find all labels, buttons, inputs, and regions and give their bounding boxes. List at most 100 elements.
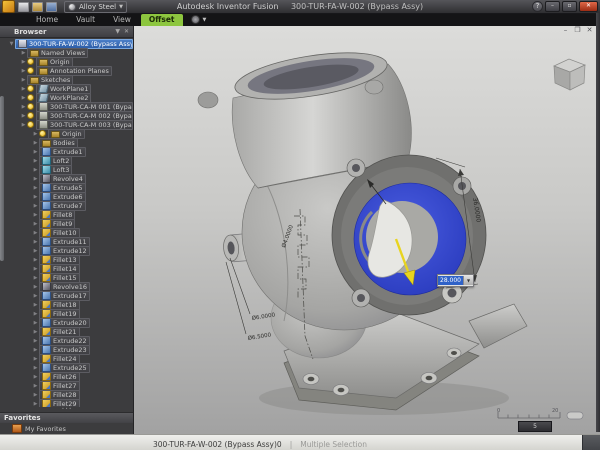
expand-icon[interactable]: ▼ bbox=[8, 41, 15, 47]
expand-icon[interactable]: ▶ bbox=[20, 122, 27, 128]
expand-icon[interactable]: ▶ bbox=[32, 248, 39, 254]
expand-icon[interactable]: ▶ bbox=[32, 284, 39, 290]
expand-icon[interactable]: ▶ bbox=[20, 86, 27, 92]
scale-pill-button[interactable] bbox=[566, 411, 584, 420]
expand-icon[interactable]: ▶ bbox=[32, 203, 39, 209]
resize-grip[interactable] bbox=[582, 435, 600, 450]
tree-item-fillet27[interactable]: ▶ Fillet27 bbox=[0, 380, 133, 391]
tree-item-extrude22[interactable]: ▶ Extrude22 bbox=[0, 335, 133, 346]
expand-icon[interactable]: ▶ bbox=[32, 158, 39, 164]
tree-item-annotation-planes[interactable]: ▶ Annotation Planes bbox=[0, 65, 133, 76]
tree-item-extrude1[interactable]: ▶ Extrude1 bbox=[0, 146, 133, 157]
dimension-edit-box[interactable]: 28.000 ▼ bbox=[437, 274, 474, 287]
new-file-icon[interactable] bbox=[18, 1, 29, 12]
tree-item-fillet9[interactable]: ▶ Fillet9 bbox=[0, 218, 133, 229]
tree-item-300-tur-ca-m-001-bypass-point-mech1-[interactable]: ▶ 300-TUR-CA-M 001 (Bypass Point Mech1) bbox=[0, 101, 133, 112]
tree-item-fillet18[interactable]: ▶ Fillet18 bbox=[0, 299, 133, 310]
filter-icon[interactable]: ▼ bbox=[115, 28, 120, 35]
tree-item-extrude5[interactable]: ▶ Extrude5 bbox=[0, 182, 133, 193]
expand-icon[interactable]: ▶ bbox=[32, 275, 39, 281]
tree-item-extrude7[interactable]: ▶ Extrude7 bbox=[0, 200, 133, 211]
dimension-edit-value[interactable]: 28.000 bbox=[438, 276, 463, 285]
visibility-bulb-icon[interactable] bbox=[27, 121, 34, 128]
expand-icon[interactable]: ▶ bbox=[20, 50, 27, 56]
bolt-lug-left[interactable] bbox=[197, 91, 219, 109]
maximize-button[interactable]: ▫ bbox=[562, 1, 577, 12]
tree-item-revolve4[interactable]: ▶ Revolve4 bbox=[0, 173, 133, 184]
doc-restore-icon[interactable]: ❐ bbox=[573, 27, 582, 34]
tab-home[interactable]: Home bbox=[28, 14, 66, 26]
expand-icon[interactable]: ▶ bbox=[20, 113, 27, 119]
model-viewport[interactable]: 36.0000 Ø6.0000 Ø6.5000 Ø4.0000 – ❐ ✕ 28… bbox=[134, 26, 600, 434]
expand-icon[interactable]: ▶ bbox=[20, 104, 27, 110]
expand-icon[interactable]: ▶ bbox=[32, 338, 39, 344]
expand-icon[interactable]: ▶ bbox=[32, 347, 39, 353]
expand-icon[interactable]: ▶ bbox=[20, 59, 27, 65]
bolt-lug-right[interactable] bbox=[364, 79, 384, 95]
expand-icon[interactable]: ▶ bbox=[32, 374, 39, 380]
open-file-icon[interactable] bbox=[32, 1, 43, 12]
expand-icon[interactable]: ▶ bbox=[32, 293, 39, 299]
expand-icon[interactable]: ▶ bbox=[32, 311, 39, 317]
expand-icon[interactable]: ▶ bbox=[32, 320, 39, 326]
expand-icon[interactable]: ▶ bbox=[20, 68, 27, 74]
panel-close-icon[interactable]: ✕ bbox=[124, 28, 129, 35]
tree-item-origin[interactable]: ▶ Origin bbox=[0, 128, 133, 139]
tree-item-fillet15[interactable]: ▶ Fillet15 bbox=[0, 272, 133, 283]
tree-item-extrude12[interactable]: ▶ Extrude12 bbox=[0, 245, 133, 256]
tab-vault[interactable]: Vault bbox=[68, 14, 103, 26]
expand-icon[interactable]: ▶ bbox=[32, 176, 39, 182]
expand-icon[interactable]: ▶ bbox=[32, 194, 39, 200]
tree-item-fillet24[interactable]: ▶ Fillet24 bbox=[0, 353, 133, 364]
tree-item-named-views[interactable]: ▶ Named Views bbox=[0, 47, 133, 58]
doc-minimize-icon[interactable]: – bbox=[561, 27, 570, 34]
tree-item-300-tur-ca-m-003-bypass-valve-rh-mech1-[interactable]: ▶ 300-TUR-CA-M 003 (Bypass Valve RH Mech1… bbox=[0, 119, 133, 130]
material-dropdown[interactable]: Alloy Steel ▼ bbox=[64, 0, 127, 13]
tree-item-revolve16[interactable]: ▶ Revolve16 bbox=[0, 281, 133, 292]
tree-item-fillet21[interactable]: ▶ Fillet21 bbox=[0, 326, 133, 337]
expand-icon[interactable]: ▶ bbox=[32, 383, 39, 389]
dimension-d65-label[interactable]: Ø6.5000 bbox=[247, 331, 272, 342]
tree-item-workplane2[interactable]: ▶ WorkPlane2 bbox=[0, 92, 133, 103]
tree-item-300-tur-ca-m-002-bypass-valve-lh-mech1-[interactable]: ▶ 300-TUR-CA-M 002 (Bypass Valve LH Mech1… bbox=[0, 110, 133, 121]
tree-item-extrude17[interactable]: ▶ Extrude17 bbox=[0, 290, 133, 301]
expand-icon[interactable]: ▶ bbox=[32, 230, 39, 236]
visibility-bulb-icon[interactable] bbox=[27, 85, 34, 92]
visibility-bulb-icon[interactable] bbox=[27, 94, 34, 101]
tree-item-loft2[interactable]: ▶ Loft2 bbox=[0, 155, 133, 166]
expand-icon[interactable]: ▶ bbox=[32, 212, 39, 218]
view-cube[interactable] bbox=[548, 52, 590, 96]
tree-item-fillet28[interactable]: ▶ Fillet28 bbox=[0, 389, 133, 400]
favorites-item[interactable]: My Favorites bbox=[0, 423, 133, 434]
tree-item-fillet10[interactable]: ▶ Fillet10 bbox=[0, 227, 133, 238]
expand-icon[interactable]: ▶ bbox=[32, 392, 39, 398]
expand-icon[interactable]: ▶ bbox=[32, 365, 39, 371]
tree-item-fillet13[interactable]: ▶ Fillet13 bbox=[0, 254, 133, 265]
tree-item-origin[interactable]: ▶ Origin bbox=[0, 56, 133, 67]
visibility-bulb-icon[interactable] bbox=[27, 112, 34, 119]
tree-item-root[interactable]: ▼ 300-TUR-FA-W-002 (Bypass Assy) bbox=[0, 38, 133, 49]
visibility-bulb-icon[interactable] bbox=[27, 67, 34, 74]
expand-icon[interactable]: ▶ bbox=[32, 185, 39, 191]
expand-icon[interactable]: ▶ bbox=[32, 131, 39, 137]
help-button[interactable]: ? bbox=[532, 1, 543, 12]
tree-item-fillet8[interactable]: ▶ Fillet8 bbox=[0, 209, 133, 220]
tab-view[interactable]: View bbox=[105, 14, 139, 26]
ribbon-overflow[interactable]: ▼ bbox=[190, 15, 206, 26]
expand-icon[interactable]: ▶ bbox=[20, 95, 27, 101]
expand-icon[interactable]: ▶ bbox=[32, 167, 39, 173]
tree-item-fillet14[interactable]: ▶ Fillet14 bbox=[0, 263, 133, 274]
tree-item-extrude11[interactable]: ▶ Extrude11 bbox=[0, 236, 133, 247]
visibility-bulb-icon[interactable] bbox=[27, 58, 34, 65]
expand-icon[interactable]: ▶ bbox=[20, 77, 27, 83]
tree-item-bodies[interactable]: ▶ Bodies bbox=[0, 137, 133, 148]
tree-item-extrude25[interactable]: ▶ Extrude25 bbox=[0, 362, 133, 373]
tree-item-workplane1[interactable]: ▶ WorkPlane1 bbox=[0, 83, 133, 94]
expand-icon[interactable]: ▶ bbox=[32, 356, 39, 362]
tree-item-fillet26[interactable]: ▶ Fillet26 bbox=[0, 371, 133, 382]
tree-item-extrude23[interactable]: ▶ Extrude23 bbox=[0, 344, 133, 355]
expand-icon[interactable]: ▶ bbox=[32, 257, 39, 263]
tab-offset[interactable]: Offset bbox=[140, 14, 183, 26]
expand-icon[interactable]: ▶ bbox=[32, 302, 39, 308]
browser-scrollbar[interactable] bbox=[0, 96, 4, 261]
